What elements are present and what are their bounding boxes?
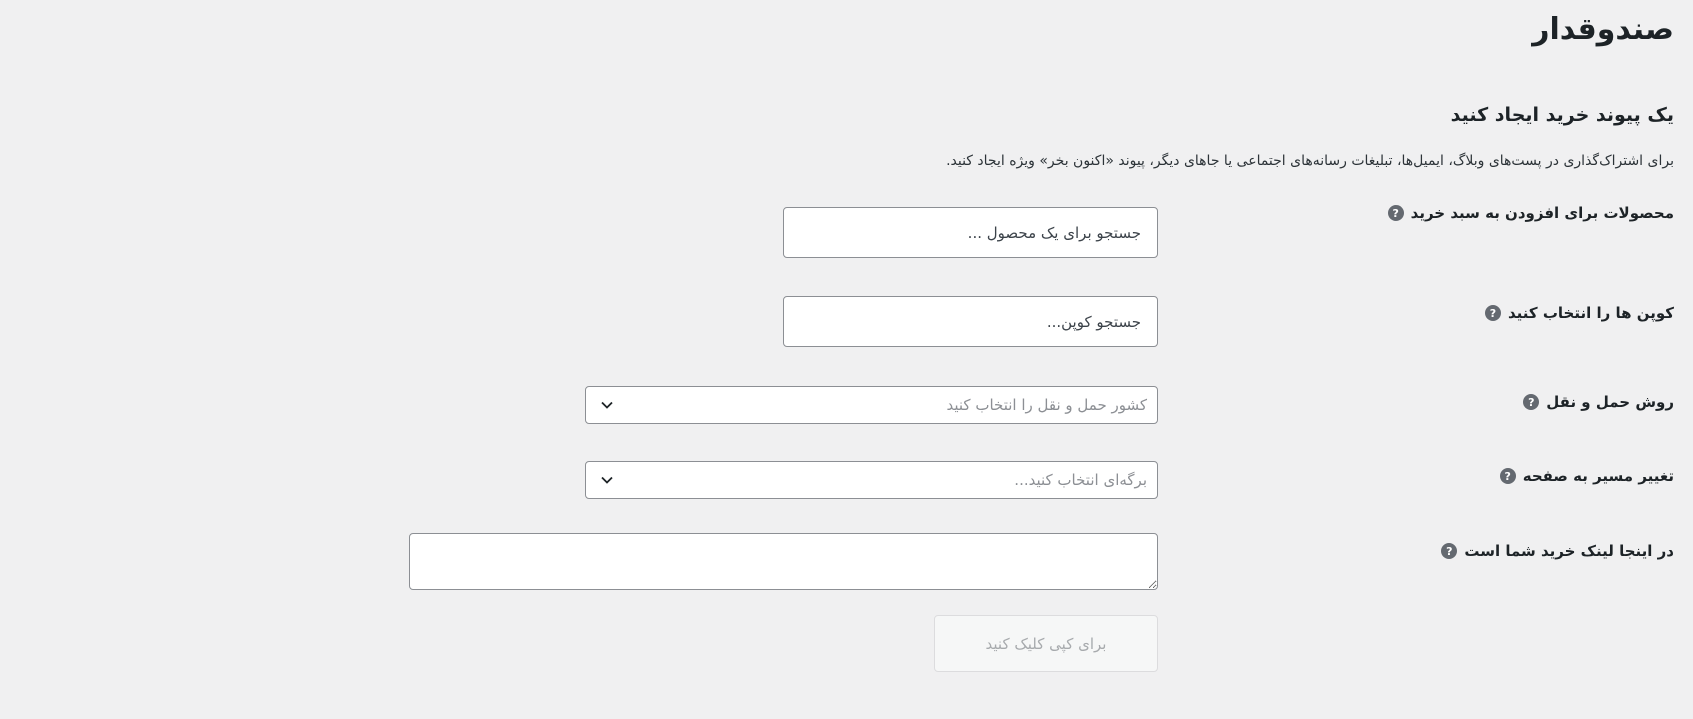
- redirect-label-row: تغییر مسیر به صفحه ?: [1499, 467, 1674, 485]
- checkout-link-textarea[interactable]: [409, 533, 1158, 590]
- page-title: صندوقدار: [1532, 12, 1674, 47]
- coupons-label: کوپن ها را انتخاب کنید: [1507, 304, 1674, 322]
- link-label-row: در اینجا لینک خرید شما است ?: [1441, 542, 1674, 560]
- chevron-down-icon: [601, 401, 613, 409]
- redirect-help-icon[interactable]: ?: [1499, 468, 1516, 484]
- shipping-help-icon[interactable]: ?: [1523, 394, 1540, 410]
- shipping-country-select[interactable]: کشور حمل و نقل را انتخاب کنید: [585, 386, 1158, 424]
- products-label: محصولات برای افزودن به سبد خرید: [1410, 204, 1674, 222]
- products-label-row: محصولات برای افزودن به سبد خرید ?: [1387, 204, 1674, 222]
- redirect-label: تغییر مسیر به صفحه: [1522, 467, 1674, 485]
- redirect-page-select[interactable]: برگه‌ای انتخاب کنید...: [585, 461, 1158, 499]
- link-help-icon[interactable]: ?: [1441, 543, 1458, 559]
- chevron-down-icon: [601, 476, 613, 484]
- product-search-input[interactable]: [783, 207, 1158, 258]
- shipping-label-row: روش حمل و نقل ?: [1523, 393, 1674, 411]
- link-label: در اینجا لینک خرید شما است: [1464, 542, 1674, 560]
- shipping-select-placeholder: کشور حمل و نقل را انتخاب کنید: [946, 396, 1147, 414]
- coupon-search-input[interactable]: [783, 296, 1158, 347]
- coupons-label-row: کوپن ها را انتخاب کنید ?: [1484, 304, 1674, 322]
- redirect-select-placeholder: برگه‌ای انتخاب کنید...: [1014, 471, 1147, 489]
- checkout-link-page: صندوقدار یک پیوند خرید ایجاد کنید برای ا…: [0, 0, 1693, 719]
- products-help-icon[interactable]: ?: [1387, 205, 1404, 221]
- copy-link-button[interactable]: برای کپی کلیک کنید: [934, 615, 1158, 672]
- shipping-label: روش حمل و نقل: [1546, 393, 1674, 411]
- section-title: یک پیوند خرید ایجاد کنید: [1450, 104, 1674, 126]
- section-description: برای اشتراک‌گذاری در پست‌های وبلاگ، ایمی…: [946, 153, 1674, 169]
- coupons-help-icon[interactable]: ?: [1484, 305, 1501, 321]
